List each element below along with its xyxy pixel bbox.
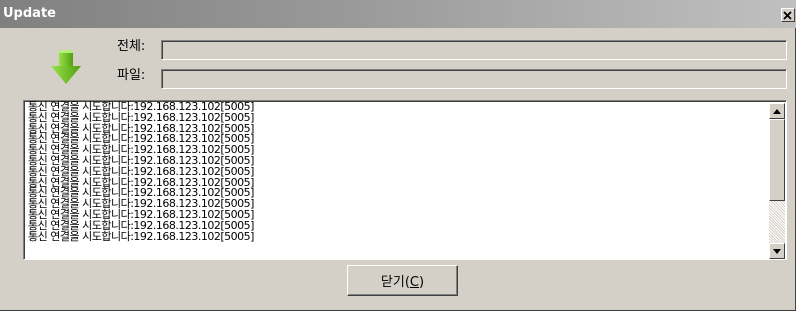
scroll-down-arrow-icon[interactable] (769, 243, 785, 259)
close-button-label: 닫기(C) (380, 275, 425, 290)
file-progress-bar (161, 69, 787, 89)
log-lines: 통신 연결을 시도합니다:192.168.123.102[5005] 통신 연결을… (28, 101, 768, 243)
title-bar[interactable]: Update (0, 0, 796, 28)
window-title: Update (3, 6, 56, 21)
download-arrow-icon (50, 49, 82, 87)
log-listbox[interactable]: 통신 연결을 시도합니다:192.168.123.102[5005] 통신 연결을… (23, 100, 787, 260)
log-line: 통신 연결을 시도합니다:192.168.123.102[5005] (28, 229, 254, 243)
update-dialog: Update 전체: 파일: 통신 연결을 시도합니다:192.168.123.… (0, 0, 796, 311)
scroll-up-arrow-icon[interactable] (769, 103, 785, 119)
close-button[interactable]: 닫기(C) (347, 265, 458, 296)
vertical-scrollbar[interactable] (769, 103, 785, 259)
file-label: 파일: (117, 68, 146, 83)
total-progress-bar (161, 40, 787, 60)
close-icon[interactable] (781, 8, 795, 22)
total-label: 전체: (117, 39, 146, 54)
scrollbar-thumb[interactable] (769, 119, 785, 201)
